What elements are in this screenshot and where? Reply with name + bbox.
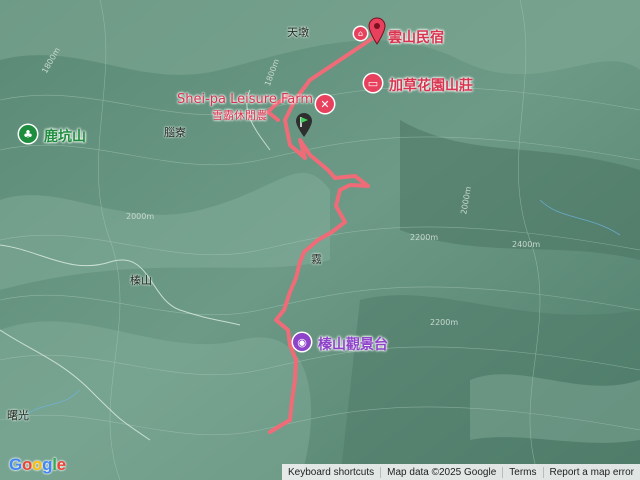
camera-icon[interactable]: ◉ [293,333,311,351]
place-label: 霧 [311,253,322,266]
poi-jiacao-label[interactable]: 加草花園山莊 [389,75,473,95]
poi-sheipa-sublabel[interactable]: 雪霸休閒農 [212,107,267,123]
poi-lukeng-label[interactable]: 鹿坑山 [44,126,86,146]
poi-zhenshan-view-label[interactable]: 榛山觀景台 [318,334,388,354]
terrain-layer [0,0,640,480]
lodging-icon[interactable]: ⌂ [354,27,367,40]
poi-yunshan-label[interactable]: 雲山民宿 [388,27,444,47]
map-canvas[interactable]: 1800m 2000m 2200m 2400m 2000m 1800m 2200… [0,0,640,480]
restaurant-icon[interactable]: ✕ [316,95,334,113]
lodging-icon[interactable]: ▭ [364,74,382,92]
place-label: 榛山 [130,274,152,287]
start-flag-icon[interactable] [295,112,313,138]
report-error-link[interactable]: Report a map error [542,466,640,478]
place-label: 腦寮 [164,126,186,139]
terms-link[interactable]: Terms [502,466,542,478]
map-footer: Keyboard shortcuts Map data ©2025 Google… [281,464,640,480]
map-data-attribution: Map data ©2025 Google [380,466,502,478]
keyboard-shortcuts-link[interactable]: Keyboard shortcuts [282,467,380,478]
place-label: 曙光 [7,409,29,422]
contour-label: 2200m [430,318,459,327]
contour-label: 2200m [410,233,439,242]
park-icon[interactable]: ♣ [19,125,37,143]
place-label: 天墩 [287,26,309,39]
contour-label: 2400m [512,240,541,249]
end-pin-icon[interactable] [368,17,386,45]
google-logo: Google [9,455,66,474]
contour-label: 2000m [126,212,155,221]
poi-sheipa-label[interactable]: Shei-pa Leisure Farm [177,92,313,107]
